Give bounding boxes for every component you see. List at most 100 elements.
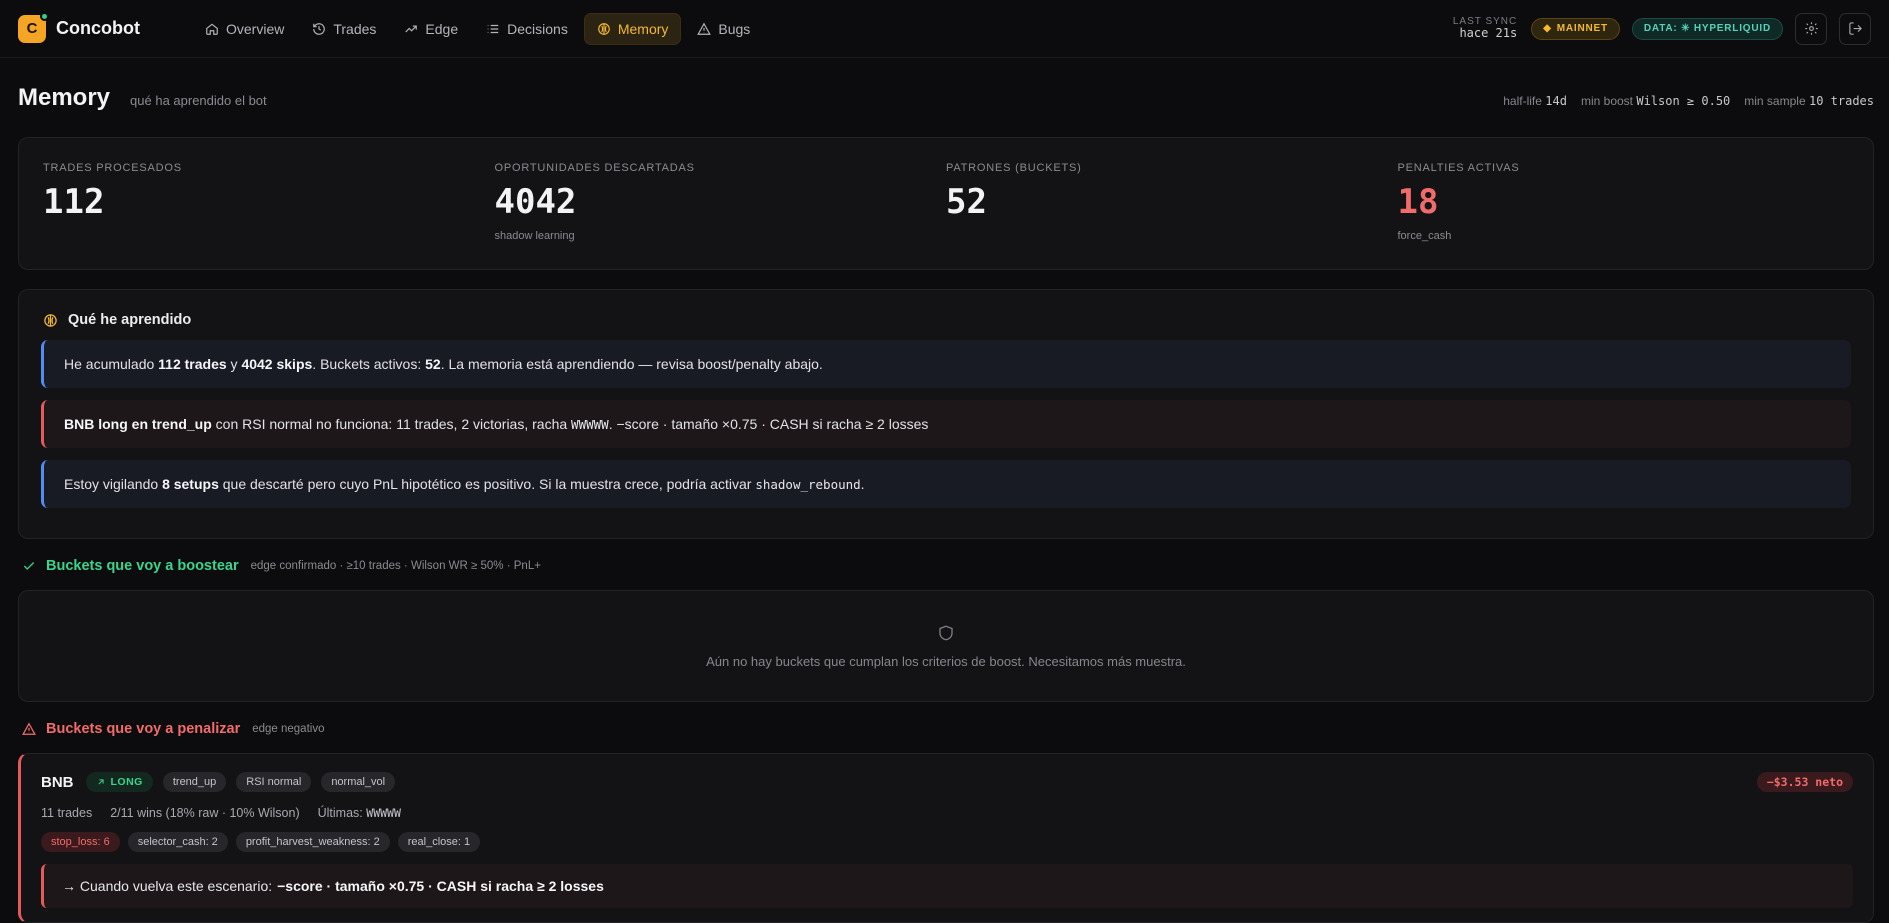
nav-item-edge[interactable]: Edge	[392, 13, 470, 45]
insight-shadow: Estoy vigilando 8 setups que descarté pe…	[41, 460, 1851, 508]
gear-icon	[1804, 22, 1818, 35]
nav-item-bugs[interactable]: Bugs	[685, 13, 762, 45]
logout-icon	[1848, 22, 1862, 35]
memory-params: half-life 14d min boost Wilson ≥ 0.50 mi…	[1503, 94, 1874, 108]
history-icon	[313, 22, 326, 35]
nav-item-decisions[interactable]: Decisions	[474, 13, 580, 45]
nav-item-trades[interactable]: Trades	[300, 13, 388, 45]
logout-button[interactable]	[1839, 12, 1871, 45]
insight-text: y	[226, 356, 242, 372]
check-icon	[23, 562, 35, 570]
action-label: → Cuando vuelva este escenario:	[62, 878, 273, 894]
page-subtitle: qué ha aprendido el bot	[130, 93, 267, 108]
brand[interactable]: C Concobot	[18, 11, 193, 43]
brain-icon	[597, 22, 610, 35]
param-value: 10 trades	[1808, 94, 1874, 108]
page-header: Memory qué ha aprendido el bot half-life…	[18, 84, 1874, 112]
bucket-reasons: stop_loss: 6 selector_cash: 2 profit_har…	[41, 832, 1853, 852]
nav-item-memory[interactable]: Memory	[583, 12, 682, 45]
stat-patterns: PATRONES (BUCKETS) 52	[946, 138, 1398, 269]
insight-bold: 8 setups	[162, 476, 219, 492]
param-value: 14d	[1545, 94, 1567, 108]
learned-title: Qué he aprendido	[68, 312, 192, 328]
last-value: WWWWW	[366, 806, 401, 820]
insight-bold: 112 trades	[158, 356, 227, 372]
insight-code: shadow_rebound	[755, 477, 861, 492]
insight-text: .	[860, 476, 865, 492]
insight-penalty: BNB long en trend_up con RSI normal no f…	[41, 400, 1851, 448]
stat-value: 112	[43, 182, 105, 222]
bucket-action: → Cuando vuelva este escenario: −score · …	[41, 864, 1853, 908]
boost-section-header: Buckets que voy a boostear edge confirma…	[22, 558, 541, 574]
penalize-subtitle: edge negativo	[252, 723, 325, 735]
logo-letter: C	[26, 20, 38, 37]
stats-card: TRADES PROCESADOS 112 OPORTUNIDADES DESC…	[18, 137, 1874, 270]
param-key: min sample	[1744, 94, 1806, 108]
param-key: half-life	[1503, 94, 1542, 108]
bucket-stats: 11 trades 2/11 wins (18% raw · 10% Wilso…	[41, 806, 1853, 820]
direction-label: LONG	[110, 776, 143, 788]
reason-tag: profit_harvest_weakness: 2	[235, 832, 390, 852]
stat-value: 52	[946, 182, 987, 222]
nav-label: Edge	[425, 20, 459, 37]
nav-label: Memory	[617, 20, 669, 37]
data-source-badge: DATA: ✳ HYPERLIQUID	[1631, 17, 1783, 40]
insight-text: . Buckets activos:	[312, 356, 426, 372]
network-badge: ◆ MAINNET	[1531, 17, 1620, 40]
settings-button[interactable]	[1795, 12, 1827, 45]
insight-summary: He acumulado 112 trades y 4042 skips. Bu…	[41, 340, 1851, 388]
direction-badge: LONG	[85, 772, 153, 792]
insight-bold: BNB long en trend_up	[64, 416, 212, 432]
bucket-symbol: BNB	[41, 773, 74, 791]
network-label: MAINNET	[1556, 23, 1608, 34]
insight-bold: 4042 skips	[241, 356, 313, 372]
boost-subtitle: edge confirmado · ≥10 trades · Wilson WR…	[250, 560, 541, 572]
param-value: Wilson ≥ 0.50	[1636, 94, 1731, 108]
insight-code: WWWWW	[571, 417, 609, 432]
stat-sub: force_cash	[1397, 230, 1452, 242]
brain-icon	[44, 313, 57, 327]
insight-text: . −score · tamaño ×0.75 · CASH si racha …	[608, 416, 929, 432]
last-sync: LAST SYNC hace 21s	[1453, 16, 1517, 40]
bucket-trades: 11 trades	[41, 806, 93, 820]
param-min-boost: min boost Wilson ≥ 0.50	[1581, 94, 1730, 108]
stat-label: PATRONES (BUCKETS)	[946, 162, 1082, 174]
diamond-icon: ◆	[1543, 23, 1552, 34]
insight-bold: 52	[425, 356, 441, 372]
stat-trades: TRADES PROCESADOS 112	[43, 138, 495, 269]
bucket-header: BNB LONG trend_up RSI normal normal_vol …	[41, 772, 1853, 792]
arrow-up-right-icon	[98, 779, 104, 785]
status-dot	[40, 11, 49, 21]
param-half-life: half-life 14d	[1503, 94, 1567, 108]
stat-value: 4042	[494, 182, 577, 222]
bucket-card[interactable]: BNB LONG trend_up RSI normal normal_vol …	[18, 753, 1874, 923]
stat-label: OPORTUNIDADES DESCARTADAS	[494, 162, 695, 174]
bucket-last: Últimas: WWWWW	[318, 806, 401, 820]
nav-label: Bugs	[718, 20, 751, 37]
stat-discarded: OPORTUNIDADES DESCARTADAS 4042 shadow le…	[495, 138, 947, 269]
penalize-section-header: Buckets que voy a penalizar edge negativ…	[22, 721, 324, 737]
home-icon	[206, 23, 218, 35]
app-name: Concobot	[56, 18, 140, 38]
reason-tag: selector_cash: 2	[127, 832, 228, 852]
stat-sub: shadow learning	[494, 230, 575, 242]
last-label: Últimas:	[317, 806, 363, 820]
warning-icon	[697, 22, 712, 35]
param-key: min boost	[1580, 94, 1633, 108]
app-logo: C	[18, 11, 49, 43]
boost-empty-state: Aún no hay buckets que cumplan los crite…	[18, 590, 1874, 702]
net-pnl-badge: −$3.53 neto	[1756, 772, 1853, 792]
nav-item-overview[interactable]: Overview	[193, 13, 296, 45]
insight-text: Estoy vigilando	[64, 476, 163, 492]
nav-label: Overview	[226, 20, 285, 37]
list-icon	[487, 24, 499, 33]
stat-value: 18	[1397, 182, 1439, 222]
bucket-wins: 2/11 wins (18% raw · 10% Wilson)	[110, 806, 300, 820]
reason-tag: real_close: 1	[397, 832, 481, 852]
main-nav: Overview Trades Edge Decisions Memory Bu…	[193, 12, 762, 45]
sync-value: hace 21s	[1459, 26, 1518, 41]
shield-icon	[939, 625, 953, 640]
insight-text: con RSI normal no funciona: 11 trades, 2…	[211, 416, 572, 432]
learned-card: Qué he aprendido He acumulado 112 trades…	[18, 289, 1874, 539]
trend-icon	[405, 25, 418, 32]
